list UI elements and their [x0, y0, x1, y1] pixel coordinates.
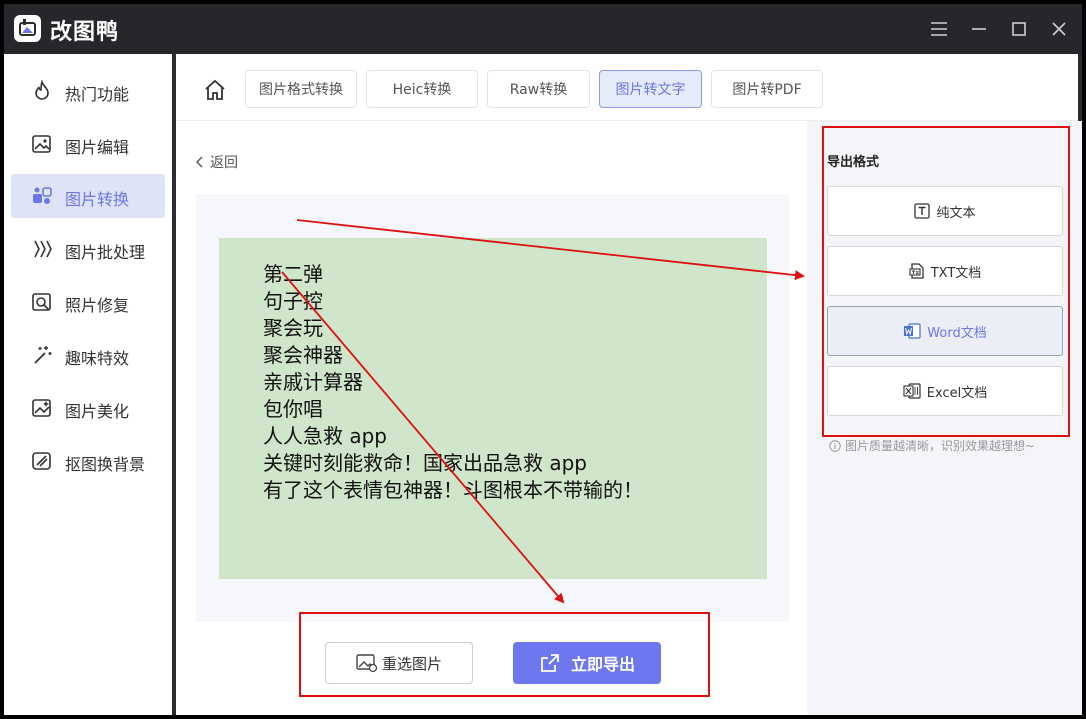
ocr-line: 聚会玩: [263, 316, 323, 340]
tab-image-to-pdf[interactable]: 图片转PDF: [711, 70, 823, 108]
cutout-icon: [32, 452, 51, 470]
reselect-image-button[interactable]: 重选图片: [325, 642, 473, 684]
flame-icon: [35, 80, 49, 100]
export-label: 立即导出: [570, 655, 635, 674]
format-label: Word文档: [927, 325, 987, 341]
image-edit-icon: [32, 135, 51, 153]
ocr-line: 亲戚计算器: [263, 370, 363, 394]
ocr-line: 包你唱: [263, 397, 323, 421]
format-excel-button[interactable]: Excel文档: [827, 366, 1063, 416]
back-label: 返回: [210, 155, 238, 171]
export-format-panel: 导出格式 纯文本 TXT文档 Word文档 Excel文档 图片质量越清晰，识别…: [807, 121, 1082, 715]
beautify-icon: [32, 399, 51, 417]
image-replace-icon: [356, 654, 378, 673]
quality-hint-text: 图片质量越清晰，识别效果越理想~: [845, 439, 1036, 453]
txt-file-icon: [909, 263, 924, 279]
tab-image-to-text[interactable]: 图片转文字: [599, 70, 702, 108]
format-label: 纯文本: [936, 205, 976, 221]
back-link[interactable]: 返回: [196, 152, 238, 172]
magic-wand-icon: [34, 346, 52, 364]
app-window: 改图鸭 热门功能 图片编辑 图片转换 图片批处理 照片修复 趣味特效 图片美化 …: [4, 4, 1082, 715]
ocr-text-list: 第二弹 句子控 聚会玩 聚会神器 亲戚计算器 包你唱 人人急救 app 关键时刻…: [263, 261, 643, 504]
app-logo-icon: [14, 15, 41, 42]
format-txt-button[interactable]: TXT文档: [827, 246, 1063, 296]
batch-icon: [34, 240, 52, 258]
word-icon: [904, 323, 921, 339]
chevron-left-icon: [196, 156, 203, 168]
sidebar-item-label: 图片编辑: [65, 138, 130, 157]
format-word-button[interactable]: Word文档: [827, 306, 1063, 356]
tab-bar: 图片格式转换 Heic转换 Raw转换 图片转文字 图片转PDF: [176, 54, 1078, 121]
format-label: TXT文档: [930, 265, 982, 281]
ocr-line: 聚会神器: [263, 343, 343, 367]
quality-hint: 图片质量越清晰，识别效果越理想~: [829, 437, 1035, 454]
main-content: 返回 第二弹 句子控 聚会玩 聚会神器 亲戚计算器 包你唱 人人急救 app 关…: [176, 121, 807, 715]
app-title: 改图鸭: [50, 20, 120, 45]
sidebar-item-label: 照片修复: [65, 296, 130, 315]
sidebar-item-label: 抠图换背景: [65, 455, 146, 474]
tab-image-format-convert[interactable]: 图片格式转换: [245, 70, 357, 108]
info-icon: [829, 439, 841, 452]
format-label: Excel文档: [926, 385, 988, 401]
photo-repair-icon: [32, 293, 51, 311]
preview-image: 第二弹 句子控 聚会玩 聚会神器 亲戚计算器 包你唱 人人急救 app 关键时刻…: [219, 238, 767, 579]
export-icon: [541, 654, 559, 672]
sidebar-item-label: 图片转换: [65, 190, 130, 209]
sidebar-item-beautify[interactable]: 图片美化: [11, 386, 165, 430]
ocr-line: 人人急救 app: [263, 424, 388, 448]
reselect-label: 重选图片: [381, 654, 442, 673]
sidebar-item-image-edit[interactable]: 图片编辑: [11, 122, 165, 166]
format-plain-text-button[interactable]: 纯文本: [827, 186, 1063, 236]
home-icon[interactable]: [203, 78, 227, 102]
ocr-line: 句子控: [263, 289, 323, 313]
sidebar-item-label: 热门功能: [65, 85, 130, 104]
sidebar-item-image-convert[interactable]: 图片转换: [11, 174, 165, 218]
preview-panel: 第二弹 句子控 聚会玩 聚会神器 亲戚计算器 包你唱 人人急救 app 关键时刻…: [196, 194, 789, 622]
sidebar-item-cutout[interactable]: 抠图换背景: [11, 439, 165, 483]
ocr-line: 有了这个表情包神器！斗图根本不带输的！: [263, 478, 643, 502]
sidebar-item-photo-repair[interactable]: 照片修复: [11, 280, 165, 324]
tab-raw-convert[interactable]: Raw转换: [487, 70, 590, 108]
sidebar: 热门功能 图片编辑 图片转换 图片批处理 照片修复 趣味特效 图片美化 抠图换背…: [4, 54, 172, 715]
export-format-title: 导出格式: [827, 155, 880, 170]
close-icon[interactable]: [1047, 17, 1071, 41]
export-now-button[interactable]: 立即导出: [513, 642, 661, 684]
minimize-icon[interactable]: [967, 17, 991, 41]
sidebar-item-fun-effects[interactable]: 趣味特效: [11, 333, 165, 377]
maximize-icon[interactable]: [1007, 17, 1031, 41]
sidebar-item-label: 图片美化: [65, 402, 130, 421]
menu-icon[interactable]: [927, 17, 951, 41]
convert-icon: [33, 187, 52, 204]
text-icon: [914, 203, 931, 219]
excel-icon: [903, 383, 921, 399]
ocr-line: 第二弹: [263, 262, 323, 286]
sidebar-item-hot[interactable]: 热门功能: [11, 69, 165, 113]
sidebar-item-label: 图片批处理: [65, 243, 146, 262]
sidebar-item-label: 趣味特效: [65, 349, 130, 368]
sidebar-item-batch[interactable]: 图片批处理: [11, 227, 165, 271]
title-bar: 改图鸭: [4, 4, 1082, 54]
tab-heic-convert[interactable]: Heic转换: [366, 70, 478, 108]
ocr-line: 关键时刻能救命！国家出品急救 app: [263, 451, 588, 475]
